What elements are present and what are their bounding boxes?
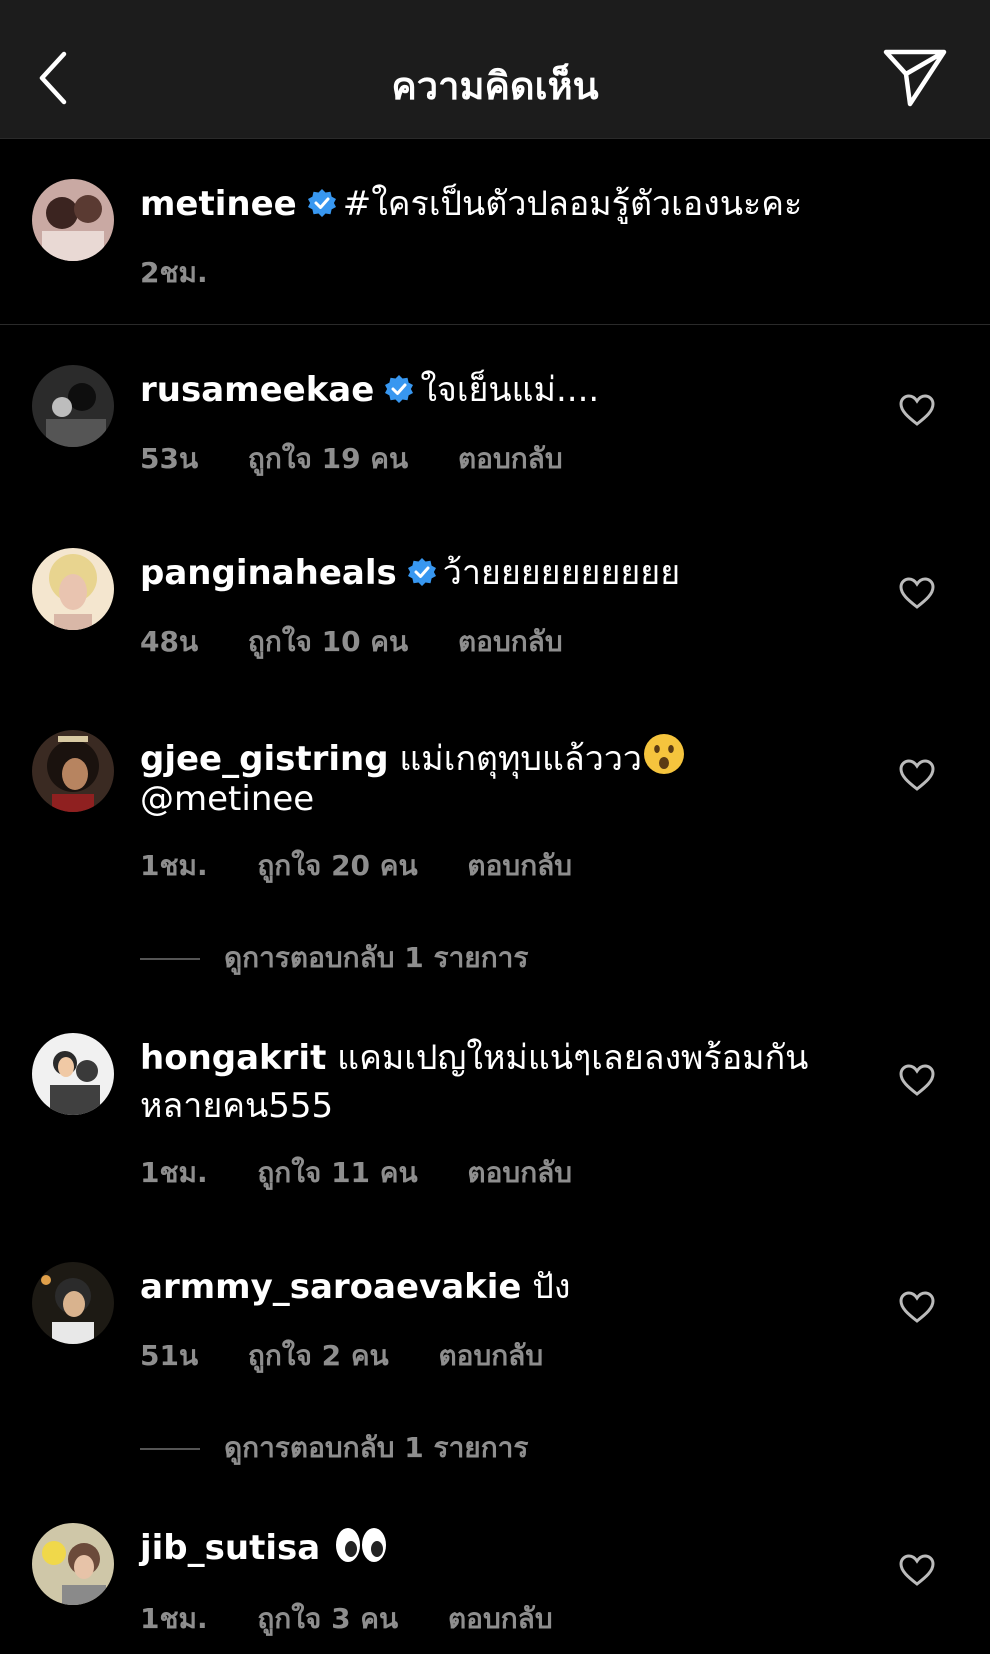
comment-text: แคมเปญใหม่แน่ๆเลยลงพร้อมกัน	[337, 1038, 809, 1078]
timestamp: 1ชม.	[140, 1602, 208, 1635]
avatar[interactable]	[32, 730, 114, 812]
comment-text: ใจเย็นแม่....	[420, 370, 600, 410]
view-replies-button[interactable]: ดูการตอบกลับ 1 รายการ	[140, 936, 528, 980]
heart-icon[interactable]	[898, 576, 936, 610]
avatar[interactable]	[32, 548, 114, 630]
avatar[interactable]	[32, 365, 114, 447]
comment-text: ว้ายยยยยยยยยย	[442, 553, 681, 593]
view-replies-label: ดูการตอบกลับ 1 รายการ	[224, 1431, 529, 1464]
like-count[interactable]: ถูกใจ 20 คน	[257, 849, 417, 882]
like-count[interactable]: ถูกใจ 11 คน	[257, 1156, 417, 1189]
username[interactable]: gjee_gistring	[140, 739, 389, 779]
verified-badge-icon	[307, 189, 336, 217]
comment-text-continued[interactable]: @metinee	[140, 776, 314, 822]
reply-thread-line	[140, 958, 200, 960]
username[interactable]: panginaheals	[140, 553, 397, 593]
heart-icon[interactable]	[898, 1553, 936, 1587]
comment-text: ปัง	[532, 1267, 571, 1307]
username[interactable]: rusameekae	[140, 370, 374, 410]
reply-button[interactable]: ตอบกลับ	[438, 1339, 543, 1372]
heart-icon[interactable]	[898, 758, 936, 792]
avatar[interactable]	[32, 1523, 114, 1605]
heart-icon[interactable]	[898, 1063, 936, 1097]
view-replies-label: ดูการตอบกลับ 1 รายการ	[224, 941, 529, 974]
reply-button[interactable]: ตอบกลับ	[467, 1156, 572, 1189]
reply-button[interactable]: ตอบกลับ	[458, 625, 563, 658]
timestamp: 51น	[140, 1339, 199, 1372]
timestamp: 1ชม.	[140, 1156, 208, 1189]
timestamp: 53น	[140, 442, 199, 475]
reply-button[interactable]: ตอบกลับ	[458, 442, 563, 475]
comment-text: แม่เกตุทุบแล้ววว	[399, 739, 643, 779]
heart-icon[interactable]	[898, 1290, 936, 1324]
timestamp: 48น	[140, 625, 199, 658]
verified-badge-icon	[385, 375, 414, 403]
like-count[interactable]: ถูกใจ 10 คน	[248, 625, 408, 658]
reply-button[interactable]: ตอบกลับ	[448, 1602, 553, 1635]
username[interactable]: hongakrit	[140, 1038, 326, 1078]
like-count[interactable]: ถูกใจ 2 คน	[248, 1339, 389, 1372]
verified-badge-icon	[407, 558, 436, 586]
timestamp: 2ชม.	[140, 256, 208, 289]
heart-icon[interactable]	[898, 393, 936, 427]
like-count[interactable]: ถูกใจ 19 คน	[248, 442, 408, 475]
post-caption: metinee #ใครเป็นตัวปลอมรู้ตัวเองนะคะ 2ชม.	[0, 139, 990, 325]
send-icon[interactable]	[882, 46, 948, 108]
comment-text-continued: หลายคน555	[140, 1086, 334, 1126]
top-bar: ความคิดเห็น	[0, 0, 990, 139]
reply-thread-line	[140, 1448, 200, 1450]
username[interactable]: metinee	[140, 184, 297, 224]
caption-text: #ใครเป็นตัวปลอมรู้ตัวเองนะคะ	[342, 184, 803, 224]
avatar[interactable]	[32, 179, 114, 261]
hushed-face-emoji	[644, 734, 685, 774]
page-title: ความคิดเห็น	[391, 64, 599, 108]
eyes-emoji	[336, 1528, 386, 1562]
avatar[interactable]	[32, 1033, 114, 1115]
view-replies-button[interactable]: ดูการตอบกลับ 1 รายการ	[140, 1426, 528, 1470]
avatar[interactable]	[32, 1262, 114, 1344]
reply-button[interactable]: ตอบกลับ	[467, 849, 572, 882]
username[interactable]: armmy_saroaevakie	[140, 1267, 521, 1307]
timestamp: 1ชม.	[140, 849, 208, 882]
username[interactable]: jib_sutisa	[140, 1528, 320, 1568]
like-count[interactable]: ถูกใจ 3 คน	[257, 1602, 398, 1635]
